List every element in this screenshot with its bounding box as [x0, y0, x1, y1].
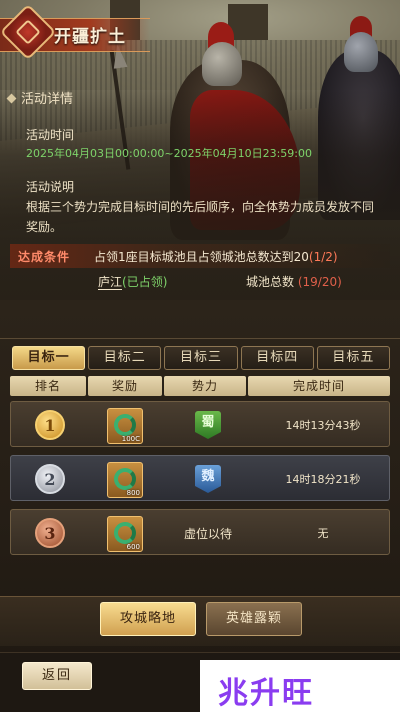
condition-bar: 达成条件 占领1座目标城池且占领城池总数达到20(1/2)	[10, 244, 390, 268]
header-time: 完成时间	[248, 376, 390, 396]
city-total: 城池总数 (19/20)	[246, 275, 342, 289]
header-faction: 势力	[164, 376, 246, 396]
faction-vacant: 虚位以待	[183, 527, 232, 541]
tab-target-5[interactable]: 目标五	[316, 346, 391, 370]
desc-label: 活动说明	[26, 180, 75, 194]
city-status[interactable]: 庐江(已占领)	[98, 273, 167, 290]
back-button[interactable]: 返回	[22, 662, 92, 690]
rank-medal-bronze-icon: 3	[35, 518, 65, 548]
page-title: 开疆扩土	[54, 27, 126, 47]
condition-text: 占领1座目标城池且占领城池总数达到20(1/2)	[94, 250, 338, 264]
faction-wei-icon: 魏	[195, 465, 221, 493]
tab-target-3[interactable]: 目标三	[164, 346, 238, 370]
tab-target-1[interactable]: 目标一	[12, 346, 86, 370]
finish-time: 14时18分21秒	[285, 473, 361, 486]
tab-heroes[interactable]: 英雄露颖	[206, 602, 302, 636]
city-occupied: (已占领)	[122, 275, 168, 289]
jade-reward-icon[interactable]: 600	[107, 516, 143, 552]
jade-reward-icon[interactable]: 800	[107, 462, 143, 498]
time-value: 2025年04月03日00:00:00~2025年04月10日23:59:00	[26, 147, 312, 160]
tab-siege[interactable]: 攻城略地	[100, 602, 196, 636]
condition-progress: (1/2)	[308, 250, 338, 264]
rank-medal-gold-icon: 1	[35, 410, 65, 440]
finish-time: 无	[317, 527, 329, 540]
rank-medal-silver-icon: 2	[35, 464, 65, 494]
watermark: 兆升旺	[200, 660, 400, 712]
target-tabs: 目标一 目标二 目标三 目标四 目标五	[12, 346, 391, 370]
faction-shu-icon: 蜀	[195, 411, 221, 439]
tab-target-2[interactable]: 目标二	[88, 346, 162, 370]
desc-value: 根据三个势力完成目标时间的先后顺序，向全体势力成员发放不同奖励。	[26, 200, 375, 234]
condition-label: 达成条件	[18, 250, 71, 264]
table-row: 1 100C 蜀 14时13分43秒	[10, 401, 390, 447]
section-heading: 活动详情	[6, 88, 73, 107]
time-label: 活动时间	[26, 128, 75, 142]
watermark-text: 兆升旺	[218, 676, 314, 711]
table-row: 2 800 魏 14时18分21秒	[10, 455, 390, 501]
city-name[interactable]: 庐江	[98, 275, 123, 290]
diamond-icon	[6, 93, 17, 104]
city-total-value: (19/20)	[297, 275, 342, 289]
table-header: 排名 奖励 势力 完成时间	[10, 376, 390, 396]
header-reward: 奖励	[88, 376, 162, 396]
jade-reward-icon[interactable]: 100C	[107, 408, 143, 444]
header-rank: 排名	[10, 376, 86, 396]
finish-time: 14时13分43秒	[285, 419, 361, 432]
table-row: 3 600 虚位以待 无	[10, 509, 390, 555]
tab-target-4[interactable]: 目标四	[240, 346, 314, 370]
